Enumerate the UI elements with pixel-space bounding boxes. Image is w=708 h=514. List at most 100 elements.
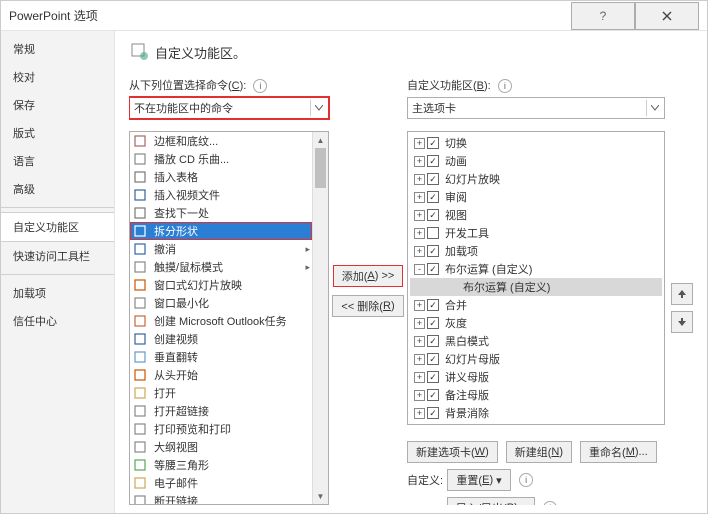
expand-icon[interactable]: + [414, 228, 425, 239]
tree-row[interactable]: +幻灯片母版 [410, 350, 662, 368]
commands-from-combo[interactable]: 不在功能区中的命令 [129, 97, 329, 119]
command-item[interactable]: 从头开始 [130, 366, 312, 384]
tree-row[interactable]: +视图 [410, 206, 662, 224]
command-item[interactable]: 创建视频 [130, 330, 312, 348]
expand-icon[interactable]: + [414, 354, 425, 365]
new-group-button[interactable]: 新建组(N) [506, 441, 572, 463]
expand-icon[interactable]: + [414, 246, 425, 257]
expand-icon[interactable]: + [414, 156, 425, 167]
command-item[interactable]: 垂直翻转 [130, 348, 312, 366]
scrollbar[interactable]: ▲ ▼ [312, 132, 328, 504]
tree-row[interactable]: +切换 [410, 134, 662, 152]
command-item[interactable]: 打开 [130, 384, 312, 402]
scroll-up-icon[interactable]: ▲ [313, 132, 328, 148]
tree-row[interactable]: +背景消除 [410, 404, 662, 422]
command-item[interactable]: 播放 CD 乐曲... [130, 150, 312, 168]
expand-icon[interactable]: + [414, 336, 425, 347]
tree-row[interactable]: +加载项 [410, 242, 662, 260]
checkbox[interactable] [427, 155, 439, 167]
expand-icon[interactable]: + [414, 408, 425, 419]
ribbon-tree[interactable]: +切换+动画+幻灯片放映+审阅+视图+开发工具+加载项-布尔运算 (自定义)布尔… [407, 131, 665, 425]
help-button[interactable]: ? [571, 2, 635, 30]
add-button[interactable]: 添加(A) >> [333, 265, 404, 287]
import-export-button[interactable]: 导入/导出(P) ▾ [447, 497, 535, 505]
expand-icon[interactable]: + [414, 372, 425, 383]
sidebar-item[interactable]: 保存 [1, 91, 114, 119]
move-up-button[interactable] [671, 283, 693, 305]
sidebar-item[interactable]: 语言 [1, 147, 114, 175]
sidebar-item[interactable]: 快速访问工具栏 [1, 242, 114, 270]
expand-icon[interactable]: + [414, 300, 425, 311]
command-item[interactable]: 等腰三角形 [130, 456, 312, 474]
checkbox[interactable] [427, 137, 439, 149]
tree-row[interactable]: +备注母版 [410, 386, 662, 404]
sidebar-item[interactable]: 版式 [1, 119, 114, 147]
tree-row[interactable]: 布尔运算 (自定义) [410, 278, 662, 296]
expand-icon[interactable]: + [414, 210, 425, 221]
sidebar-item[interactable]: 高级 [1, 175, 114, 203]
checkbox[interactable] [427, 227, 439, 239]
tree-row[interactable]: +幻灯片放映 [410, 170, 662, 188]
command-item[interactable]: 创建 Microsoft Outlook任务 [130, 312, 312, 330]
expand-icon[interactable]: + [414, 318, 425, 329]
command-item[interactable]: 断开链接 [130, 492, 312, 504]
new-tab-button[interactable]: 新建选项卡(W) [407, 441, 498, 463]
sidebar-item[interactable]: 校对 [1, 63, 114, 91]
scroll-thumb[interactable] [315, 148, 326, 188]
sidebar-item[interactable]: 加载项 [1, 279, 114, 307]
command-item[interactable]: 大纲视图 [130, 438, 312, 456]
sidebar-item[interactable]: 常规 [1, 35, 114, 63]
tree-row[interactable]: -布尔运算 (自定义) [410, 260, 662, 278]
checkbox[interactable] [427, 263, 439, 275]
tree-row[interactable]: +合并 [410, 296, 662, 314]
tree-row[interactable]: +灰度 [410, 314, 662, 332]
close-button[interactable] [635, 2, 699, 30]
checkbox[interactable] [427, 371, 439, 383]
checkbox[interactable] [427, 389, 439, 401]
checkbox[interactable] [427, 191, 439, 203]
command-item[interactable]: 打开超链接 [130, 402, 312, 420]
expand-icon[interactable]: + [414, 390, 425, 401]
command-item[interactable]: 电子邮件 [130, 474, 312, 492]
command-item[interactable]: 撤消▸ [130, 240, 312, 258]
checkbox[interactable] [427, 353, 439, 365]
tree-row[interactable]: +审阅 [410, 188, 662, 206]
commands-listbox[interactable]: 边框和底纹...播放 CD 乐曲...插入表格插入视频文件查找下一处拆分形状撤消… [129, 131, 329, 505]
command-item[interactable]: 插入视频文件 [130, 186, 312, 204]
help-icon[interactable]: i [519, 473, 533, 487]
expand-icon[interactable]: + [414, 192, 425, 203]
checkbox[interactable] [427, 209, 439, 221]
command-item[interactable]: 窗口式幻灯片放映 [130, 276, 312, 294]
help-icon[interactable]: i [498, 79, 512, 93]
scroll-down-icon[interactable]: ▼ [313, 488, 328, 504]
expand-icon[interactable]: + [414, 138, 425, 149]
tree-row[interactable]: +黑白模式 [410, 332, 662, 350]
checkbox[interactable] [427, 299, 439, 311]
command-item[interactable]: 打印预览和打印 [130, 420, 312, 438]
help-icon[interactable]: i [543, 501, 557, 505]
checkbox[interactable] [427, 317, 439, 329]
command-item[interactable]: 查找下一处 [130, 204, 312, 222]
move-down-button[interactable] [671, 311, 693, 333]
tree-row[interactable]: +讲义母版 [410, 368, 662, 386]
command-item[interactable]: 触摸/鼠标模式▸ [130, 258, 312, 276]
checkbox[interactable] [427, 407, 439, 419]
command-item[interactable]: 窗口最小化 [130, 294, 312, 312]
checkbox[interactable] [427, 245, 439, 257]
sidebar-item[interactable]: 自定义功能区 [1, 212, 114, 242]
checkbox[interactable] [427, 335, 439, 347]
checkbox[interactable] [427, 173, 439, 185]
rename-button[interactable]: 重命名(M)... [580, 441, 657, 463]
command-item[interactable]: 边框和底纹... [130, 132, 312, 150]
help-icon[interactable]: i [253, 79, 267, 93]
ribbon-combo[interactable]: 主选项卡 [407, 97, 665, 119]
command-item[interactable]: 拆分形状 [130, 222, 312, 240]
remove-button[interactable]: << 删除(R) [332, 295, 403, 317]
reset-button[interactable]: 重置(E) ▾ [447, 469, 511, 491]
tree-row[interactable]: +动画 [410, 152, 662, 170]
expand-icon[interactable]: + [414, 174, 425, 185]
command-item[interactable]: 插入表格 [130, 168, 312, 186]
sidebar-item[interactable]: 信任中心 [1, 307, 114, 335]
expand-icon[interactable]: - [414, 264, 425, 275]
tree-row[interactable]: +开发工具 [410, 224, 662, 242]
